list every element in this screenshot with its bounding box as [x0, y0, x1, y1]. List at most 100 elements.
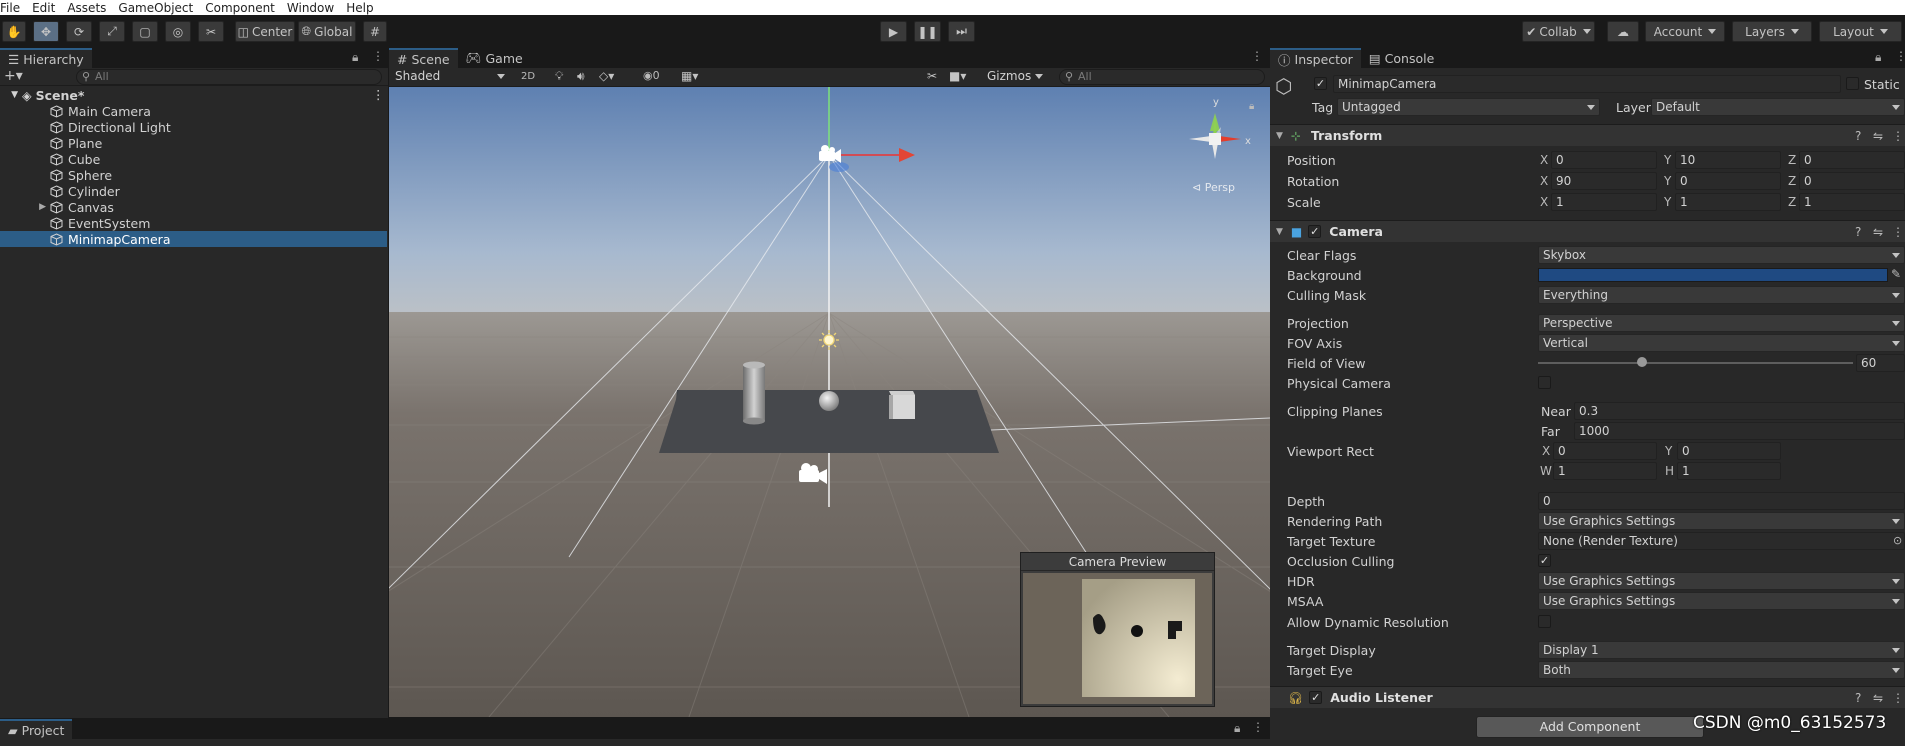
physical-camera-checkbox[interactable]: [1538, 376, 1551, 389]
grid-snap-button[interactable]: #: [363, 21, 387, 42]
rendering-path-dropdown[interactable]: Use Graphics Settings: [1538, 512, 1905, 530]
transform-rotation-x-input[interactable]: 90: [1551, 172, 1657, 190]
cube-object[interactable]: [889, 391, 915, 419]
fov-input[interactable]: 60: [1856, 354, 1905, 372]
pause-button[interactable]: ❚❚: [914, 21, 941, 42]
hierarchy-item[interactable]: EventSystem: [0, 215, 387, 231]
menu-assets[interactable]: Assets: [67, 1, 112, 15]
toggle-2d-button[interactable]: 2D: [516, 68, 540, 85]
layer-dropdown[interactable]: Default: [1651, 98, 1905, 116]
component-menu-icon[interactable]: ⋮: [1892, 225, 1904, 239]
add-component-button[interactable]: Add Component: [1476, 716, 1704, 738]
camera-enabled-checkbox[interactable]: ✓: [1308, 225, 1322, 238]
audio-listener-checkbox[interactable]: ✓: [1309, 691, 1323, 704]
lock-icon[interactable]: 🔒︎: [352, 50, 358, 65]
viewport-h-input[interactable]: 1: [1677, 462, 1781, 480]
scene-search-input[interactable]: All: [1059, 69, 1265, 85]
tab-hierarchy[interactable]: ☰ Hierarchy: [0, 48, 92, 68]
light-gizmo[interactable]: [819, 330, 839, 350]
effects-icon[interactable]: ◇▾: [599, 69, 614, 83]
fov-axis-dropdown[interactable]: Vertical: [1538, 334, 1905, 352]
step-button[interactable]: ⏭︎: [948, 21, 975, 42]
help-icon[interactable]: ?: [1855, 691, 1861, 705]
far-clip-input[interactable]: 1000: [1574, 422, 1905, 440]
rotate-tool-button[interactable]: ⟳: [66, 21, 92, 42]
add-icon[interactable]: +▾: [4, 68, 23, 84]
move-tool-button[interactable]: ✥: [33, 21, 59, 42]
tab-game[interactable]: 🎮︎ Game: [458, 48, 531, 68]
target-eye-dropdown[interactable]: Both: [1538, 661, 1905, 679]
active-checkbox[interactable]: ✓: [1314, 77, 1327, 90]
project-lock-icon[interactable]: 🔒︎: [1234, 721, 1240, 736]
custom-tool-button[interactable]: ✂: [198, 21, 224, 42]
near-clip-input[interactable]: 0.3: [1574, 402, 1905, 420]
draw-mode-dropdown[interactable]: Shaded: [391, 68, 509, 86]
menu-component[interactable]: Component: [205, 1, 281, 15]
background-color-swatch[interactable]: [1538, 268, 1888, 282]
scene-menu-icon[interactable]: ⋮: [372, 87, 385, 102]
cloud-button[interactable]: ☁: [1607, 21, 1639, 42]
transform-header[interactable]: ▼ ⊹ Transform ? ⇋ ⋮: [1270, 124, 1905, 146]
transform-scale-y-input[interactable]: 1: [1675, 193, 1781, 211]
cylinder-object[interactable]: [743, 365, 765, 421]
scene-root-row[interactable]: ▼ ◈ Scene* ⋮: [0, 87, 387, 103]
tab-project[interactable]: ▰ Project: [0, 719, 73, 739]
transform-rotation-z-input[interactable]: 0: [1799, 172, 1905, 190]
transform-tool-button[interactable]: ◎: [165, 21, 191, 42]
transform-position-y-input[interactable]: 10: [1675, 151, 1781, 169]
help-icon[interactable]: ?: [1855, 225, 1861, 239]
persp-label[interactable]: ⊲ Persp: [1192, 181, 1235, 194]
layers-dropdown[interactable]: Layers: [1732, 21, 1812, 42]
pivot-toggle[interactable]: ◫ Center: [235, 21, 295, 42]
hierarchy-search-input[interactable]: All: [76, 69, 382, 85]
menu-help[interactable]: Help: [346, 1, 379, 15]
hierarchy-item[interactable]: Cylinder: [0, 183, 387, 199]
menu-gameobject[interactable]: GameObject: [118, 1, 199, 15]
transform-position-x-input[interactable]: 0: [1551, 151, 1657, 169]
hierarchy-item[interactable]: Plane: [0, 135, 387, 151]
object-name-field[interactable]: MinimapCamera: [1333, 75, 1841, 93]
tools-toggle-icon[interactable]: ✂: [927, 69, 937, 83]
lighting-icon[interactable]: 💡︎: [555, 69, 563, 84]
kebab-menu-icon[interactable]: ⋮: [372, 49, 384, 63]
depth-input[interactable]: 0: [1538, 492, 1905, 510]
fov-slider-track[interactable]: [1538, 362, 1853, 364]
hierarchy-item[interactable]: Directional Light: [0, 119, 387, 135]
hierarchy-item[interactable]: Cube: [0, 151, 387, 167]
foldout-closed-icon[interactable]: ▶: [0, 202, 50, 212]
scene-viewport[interactable]: y x ⊲ Persp 🔒︎ Camera Preview: [389, 87, 1270, 717]
inspector-kebab-icon[interactable]: ⋮: [1895, 49, 1905, 63]
camera-header[interactable]: ▼ ■ ✓ Camera ? ⇋ ⋮: [1270, 220, 1905, 242]
foldout-open-icon[interactable]: ▼: [0, 90, 22, 100]
scene-kebab-icon[interactable]: ⋮: [1251, 49, 1263, 63]
project-kebab-icon[interactable]: ⋮: [1252, 720, 1264, 734]
tab-console[interactable]: ▤ Console: [1361, 48, 1442, 68]
preset-icon[interactable]: ⇋: [1873, 129, 1883, 143]
gizmo-lock-icon[interactable]: 🔒︎: [1249, 101, 1254, 112]
collab-dropdown[interactable]: ✔ Collab: [1522, 21, 1595, 42]
static-checkbox[interactable]: [1846, 77, 1859, 90]
account-dropdown[interactable]: Account: [1645, 21, 1725, 42]
projection-dropdown[interactable]: Perspective: [1538, 314, 1905, 332]
transform-scale-x-input[interactable]: 1: [1551, 193, 1657, 211]
gizmos-dropdown[interactable]: Gizmos: [983, 68, 1047, 86]
hidden-objects-toggle[interactable]: ◉0: [643, 69, 660, 82]
viewport-x-input[interactable]: 0: [1553, 442, 1657, 460]
layout-dropdown[interactable]: Layout: [1819, 21, 1902, 42]
audio-listener-header[interactable]: 🎧︎ ✓ Audio Listener ? ⇋ ⋮: [1270, 686, 1905, 708]
hand-tool-button[interactable]: ✋: [2, 21, 26, 42]
help-icon[interactable]: ?: [1855, 129, 1861, 143]
transform-scale-z-input[interactable]: 1: [1799, 193, 1905, 211]
grid-toggle-icon[interactable]: ▦▾: [681, 69, 698, 83]
component-menu-icon[interactable]: ⋮: [1892, 691, 1904, 705]
hierarchy-item[interactable]: Main Camera: [0, 103, 387, 119]
target-texture-field[interactable]: None (Render Texture): [1538, 532, 1905, 550]
occlusion-culling-checkbox[interactable]: ✓: [1538, 554, 1551, 567]
target-display-dropdown[interactable]: Display 1: [1538, 641, 1905, 659]
foldout-icon[interactable]: ▼: [1276, 131, 1283, 141]
play-button[interactable]: ▶: [880, 21, 907, 42]
menu-edit[interactable]: Edit: [32, 1, 61, 15]
preset-icon[interactable]: ⇋: [1873, 691, 1883, 705]
object-picker-icon[interactable]: ⊙: [1893, 534, 1902, 547]
dynamic-resolution-checkbox[interactable]: [1538, 615, 1551, 628]
